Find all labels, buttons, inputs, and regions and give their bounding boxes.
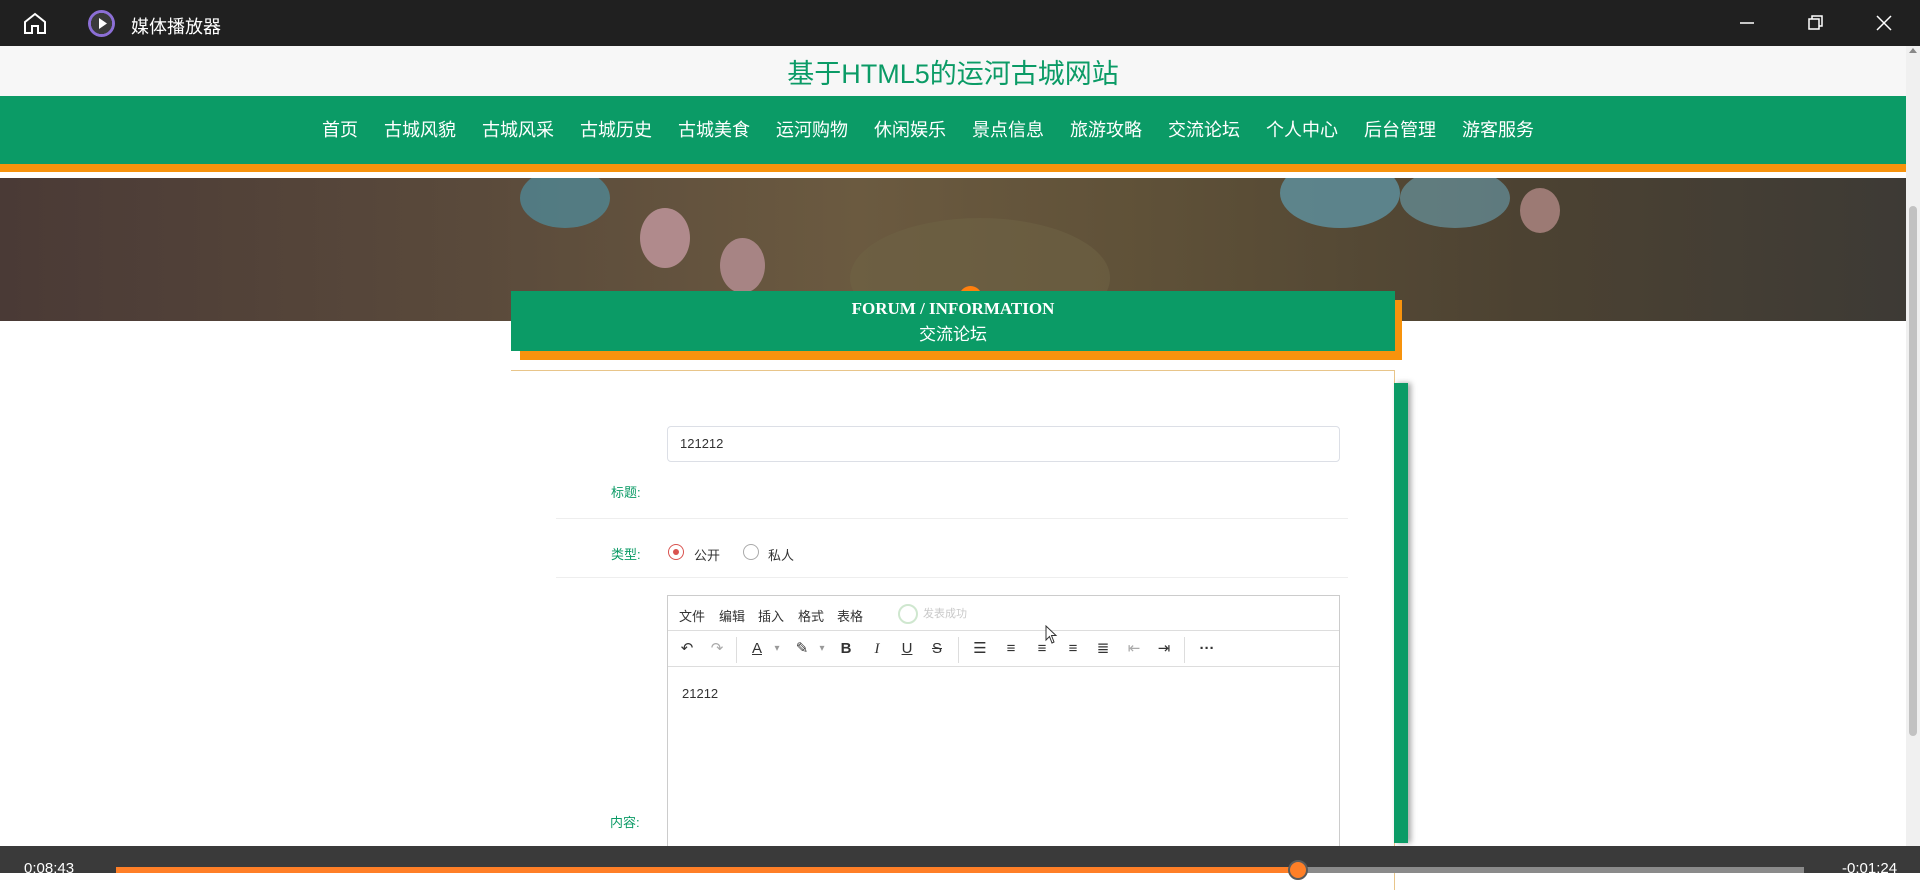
text-color-icon[interactable]: A: [746, 638, 768, 660]
main-nav: 首页 古城风貌 古城风采 古城历史 古城美食 运河购物 休闲娱乐 景点信息 旅游…: [0, 96, 1906, 172]
align-right-icon[interactable]: ≡: [1062, 638, 1084, 660]
nav-item-admin[interactable]: 后台管理: [1364, 116, 1436, 142]
nav-item-forum[interactable]: 交流论坛: [1168, 116, 1240, 142]
app-title: 媒体播放器: [131, 17, 221, 37]
close-icon[interactable]: [1872, 11, 1896, 35]
nav-item-travel-guide[interactable]: 旅游攻略: [1070, 116, 1142, 142]
forum-heading: FORUM / INFORMATION 交流论坛: [511, 291, 1395, 351]
type-private-radio[interactable]: [743, 544, 759, 560]
content-label: 内容:: [610, 815, 640, 830]
align-justify-icon[interactable]: ≣: [1092, 638, 1114, 660]
scroll-thumb[interactable]: [1909, 206, 1917, 736]
type-public-label[interactable]: 公开: [694, 545, 720, 564]
title-label: 标题:: [611, 485, 641, 500]
more-icon[interactable]: ···: [1196, 638, 1218, 660]
seek-bar-fill: [116, 867, 1298, 873]
nav-item-food[interactable]: 古城美食: [678, 116, 750, 142]
page-scrollbar[interactable]: [1906, 46, 1920, 873]
highlight-icon[interactable]: ✎: [791, 638, 813, 660]
editor-menu-edit[interactable]: 编辑: [719, 606, 745, 625]
toast-text: 发表成功: [923, 608, 967, 620]
success-toast: 发表成功: [888, 600, 1028, 628]
chevron-down-icon[interactable]: ▾: [811, 638, 833, 660]
toolbar-separator: [736, 637, 737, 663]
nav-item-attractions[interactable]: 景点信息: [972, 116, 1044, 142]
seek-bar-knob[interactable]: [1287, 860, 1308, 880]
italic-icon[interactable]: I: [866, 638, 888, 660]
editor-menu-table[interactable]: 表格: [837, 606, 863, 625]
outdent-icon[interactable]: ⇤: [1123, 638, 1145, 660]
home-icon[interactable]: [22, 11, 48, 35]
toolbar-separator: [958, 637, 959, 663]
rich-text-editor[interactable]: 文件 编辑 插入 格式 表格 发表成功 ↶ ↷ A ▾ ✎ ▾ B I U S …: [667, 595, 1340, 855]
editor-menubar: 文件 编辑 插入 格式 表格 发表成功: [668, 596, 1339, 631]
divider: [556, 577, 1348, 578]
forum-heading-cn: 交流论坛: [919, 325, 987, 344]
indent-icon[interactable]: ⇥: [1153, 638, 1175, 660]
underline-icon[interactable]: U: [896, 638, 918, 660]
title-input[interactable]: 121212: [667, 426, 1340, 462]
redo-icon[interactable]: ↷: [706, 638, 728, 660]
nav-item-shopping[interactable]: 运河购物: [776, 116, 848, 142]
strikethrough-icon[interactable]: S: [926, 638, 948, 660]
elapsed-time: 0:08:43: [24, 860, 75, 877]
nav-item-history[interactable]: 古城历史: [580, 116, 652, 142]
line-height-icon[interactable]: ☰: [969, 638, 991, 660]
nav-item-visitor-service[interactable]: 游客服务: [1462, 116, 1534, 142]
nav-item-leisure[interactable]: 休闲娱乐: [874, 116, 946, 142]
editor-menu-insert[interactable]: 插入: [758, 606, 784, 625]
editor-content[interactable]: 21212: [682, 686, 718, 701]
chevron-down-icon[interactable]: ▾: [766, 638, 788, 660]
nav-item-profile[interactable]: 个人中心: [1266, 116, 1338, 142]
scroll-up-icon[interactable]: [1909, 48, 1917, 53]
player-controls: 0:08:43 -0:01:24: [0, 846, 1920, 880]
type-public-radio[interactable]: [668, 544, 684, 560]
seek-bar[interactable]: [116, 860, 1804, 880]
type-label: 类型:: [611, 547, 641, 562]
toolbar-separator: [1184, 637, 1185, 663]
restore-icon[interactable]: [1803, 11, 1827, 35]
remaining-time: -0:01:24: [1842, 860, 1898, 877]
mouse-cursor-icon: [1045, 625, 1058, 644]
smile-icon: [898, 604, 918, 624]
nav-item-city-look[interactable]: 古城风貌: [384, 116, 456, 142]
site-title: 基于HTML5的运河古城网站: [787, 59, 1119, 89]
bold-icon[interactable]: B: [835, 638, 857, 660]
minimize-icon[interactable]: [1735, 11, 1759, 35]
editor-menu-file[interactable]: 文件: [679, 606, 705, 625]
divider: [556, 518, 1348, 519]
nav-list: 首页 古城风貌 古城风采 古城历史 古城美食 运河购物 休闲娱乐 景点信息 旅游…: [322, 116, 1560, 142]
undo-icon[interactable]: ↶: [676, 638, 698, 660]
media-player-app-icon: [88, 10, 115, 37]
decorative-side-bar: [1394, 383, 1408, 843]
editor-toolbar: ↶ ↷ A ▾ ✎ ▾ B I U S ☰ ≡ ≡ ≡ ≣ ⇤ ⇥ ···: [668, 632, 1339, 667]
editor-menu-format[interactable]: 格式: [798, 606, 824, 625]
nav-item-city-style[interactable]: 古城风采: [482, 116, 554, 142]
align-left-icon[interactable]: ≡: [1000, 638, 1022, 660]
forum-heading-en: FORUM / INFORMATION: [851, 299, 1055, 318]
site-header: 基于HTML5的运河古城网站: [0, 46, 1906, 96]
type-private-label[interactable]: 私人: [768, 545, 794, 564]
player-titlebar: 媒体播放器: [0, 0, 1920, 46]
nav-item-home[interactable]: 首页: [322, 116, 358, 142]
